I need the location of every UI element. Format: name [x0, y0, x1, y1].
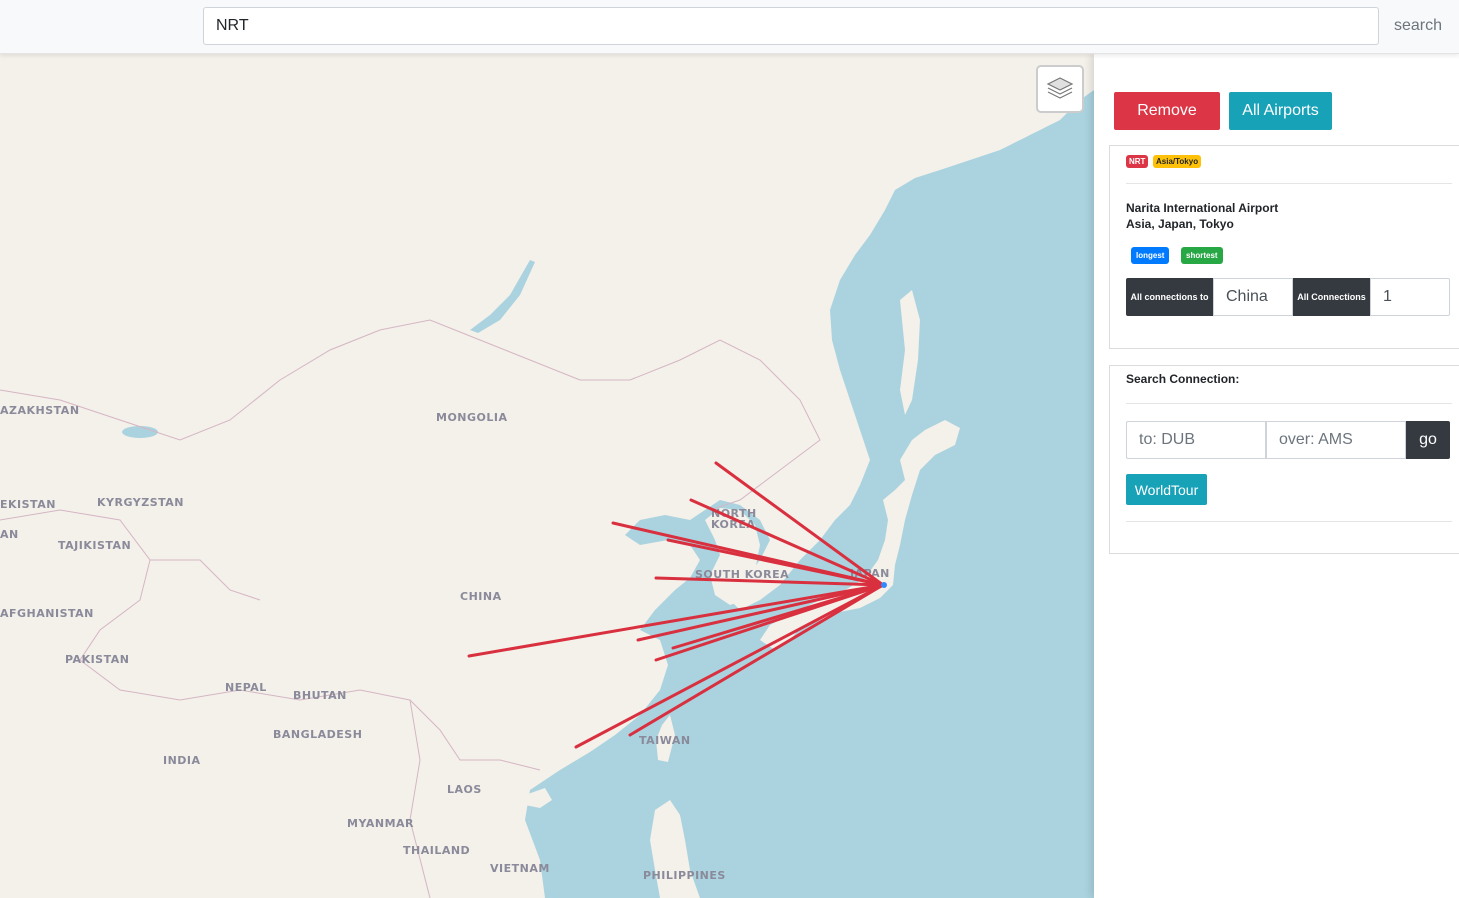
airport-code-badge: NRT: [1126, 155, 1149, 168]
go-button[interactable]: go: [1406, 421, 1450, 459]
all-airports-button[interactable]: All Airports: [1229, 92, 1332, 130]
layers-control-button[interactable]: [1036, 65, 1084, 113]
airport-name: Narita International Airport: [1126, 201, 1279, 215]
label-nepal: NEPAL: [225, 681, 267, 694]
lake-balkhash: [122, 426, 158, 438]
label-taiwan: TAIWAN: [639, 734, 691, 747]
layers-icon: [1046, 77, 1074, 99]
label-uzbekistan: EKISTAN: [0, 498, 56, 511]
search-connection-title: Search Connection:: [1126, 372, 1240, 386]
remove-all-button[interactable]: Remove all: [1114, 92, 1220, 157]
divider: [1126, 183, 1452, 184]
label-mongolia: MONGOLIA: [436, 411, 508, 424]
label-philippines: PHILIPPINES: [643, 869, 726, 882]
label-turkmenistan: AN: [0, 528, 19, 541]
divider: [1126, 403, 1452, 404]
shortest-badge[interactable]: shortest: [1181, 247, 1223, 264]
label-pakistan: PAKISTAN: [65, 653, 129, 666]
to-airport-input[interactable]: [1126, 421, 1266, 459]
all-connections-button[interactable]: All Connections: [1293, 278, 1370, 316]
search-button[interactable]: search: [1385, 7, 1451, 45]
label-bangladesh: BANGLADESH: [273, 728, 362, 741]
timezone-badge: Asia/Tokyo: [1153, 155, 1202, 168]
label-bhutan: BHUTAN: [293, 689, 347, 702]
divider: [1126, 521, 1452, 522]
label-kyrgyzstan: KYRGYZSTAN: [97, 496, 184, 509]
connections-country-input[interactable]: [1213, 278, 1293, 316]
label-china: CHINA: [460, 590, 502, 603]
label-tajikistan: TAJIKISTAN: [58, 539, 131, 552]
connections-to-button[interactable]: All connections to: [1126, 278, 1213, 316]
label-vietnam: VIETNAM: [490, 862, 550, 875]
airport-location: Asia, Japan, Tokyo: [1126, 217, 1234, 231]
connections-count-input[interactable]: [1370, 278, 1450, 316]
airport-card: NRT Asia/Tokyo Narita International Airp…: [1109, 145, 1459, 349]
label-afghanistan: AFGHANISTAN: [0, 607, 94, 620]
label-laos: LAOS: [447, 783, 482, 796]
nrt-airport-marker: [881, 582, 887, 588]
sidebar: Remove all All Airports NRT Asia/Tokyo N…: [1094, 54, 1459, 898]
top-navbar: search: [0, 0, 1459, 54]
search-connection-card: Search Connection: go WorldTour: [1109, 365, 1459, 554]
label-india: INDIA: [163, 754, 201, 767]
map[interactable]: AZAKHSTAN MONGOLIA EKISTAN KYRGYZSTAN AN…: [0, 54, 1094, 898]
worldtour-button[interactable]: WorldTour: [1126, 474, 1207, 505]
longest-badge[interactable]: longest: [1131, 247, 1170, 264]
label-myanmar: MYANMAR: [347, 817, 414, 830]
label-kazakhstan: AZAKHSTAN: [0, 404, 80, 417]
map-canvas: AZAKHSTAN MONGOLIA EKISTAN KYRGYZSTAN AN…: [0, 54, 1094, 898]
over-airport-input[interactable]: [1266, 421, 1406, 459]
airport-search-input[interactable]: [203, 7, 1379, 45]
label-thailand: THAILAND: [403, 844, 470, 857]
